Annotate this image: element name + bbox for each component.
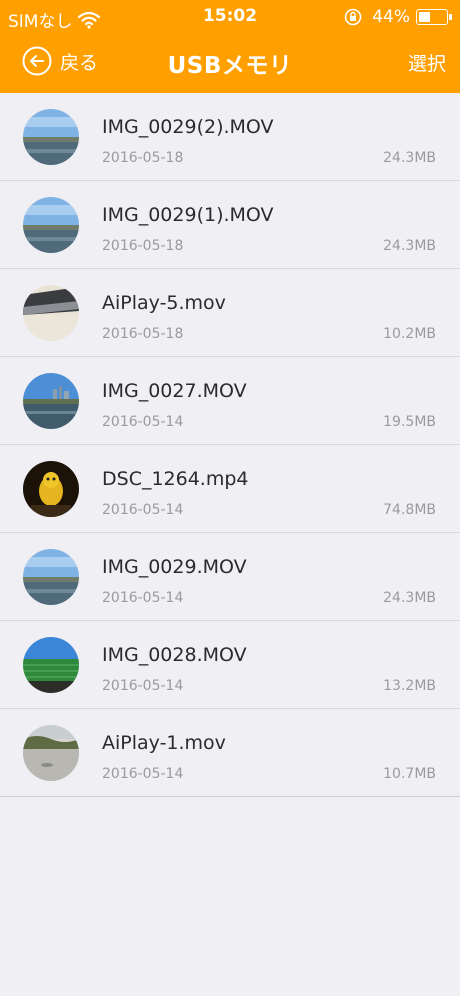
rotation-lock-icon [344, 8, 362, 26]
file-name: IMG_0029(1).MOV [102, 204, 274, 226]
file-date: 2016-05-14 [102, 590, 184, 606]
file-list: IMG_0029(2).MOV 2016-05-18 24.3MB IMG_0029(… [0, 93, 460, 797]
page-title: USBメモリ [167, 53, 293, 79]
video-thumbnail [23, 285, 79, 341]
file-name: IMG_0029.MOV [102, 556, 247, 578]
battery-icon [416, 9, 452, 25]
file-row[interactable]: IMG_0029(2).MOV 2016-05-18 24.3MB [0, 93, 460, 181]
file-size: 19.5MB [383, 414, 436, 430]
file-size: 10.7MB [383, 766, 436, 782]
header: SIMなし 15:02 44% 戻る USBメモリ 選択 [0, 0, 460, 93]
file-size: 10.2MB [383, 326, 436, 342]
file-name: AiPlay-1.mov [102, 732, 226, 754]
file-date: 2016-05-14 [102, 766, 184, 782]
video-thumbnail [23, 637, 79, 693]
file-date: 2016-05-18 [102, 326, 184, 342]
file-size: 24.3MB [383, 590, 436, 606]
file-row[interactable]: IMG_0029(1).MOV 2016-05-18 24.3MB [0, 181, 460, 269]
video-thumbnail [23, 461, 79, 517]
status-bar: SIMなし 15:02 44% [0, 0, 460, 34]
video-thumbnail [23, 109, 79, 165]
battery-percent: 44% [372, 7, 410, 27]
file-date: 2016-05-18 [102, 238, 184, 254]
file-size: 24.3MB [383, 238, 436, 254]
file-row[interactable]: AiPlay-1.mov 2016-05-14 10.7MB [0, 709, 460, 797]
file-date: 2016-05-14 [102, 678, 184, 694]
file-date: 2016-05-14 [102, 502, 184, 518]
file-name: IMG_0028.MOV [102, 644, 247, 666]
file-date: 2016-05-18 [102, 150, 184, 166]
file-name: DSC_1264.mp4 [102, 468, 249, 490]
file-row[interactable]: DSC_1264.mp4 2016-05-14 74.8MB [0, 445, 460, 533]
select-button[interactable]: 選択 [408, 49, 446, 76]
file-row[interactable]: IMG_0028.MOV 2016-05-14 13.2MB [0, 621, 460, 709]
file-name: IMG_0027.MOV [102, 380, 247, 402]
file-date: 2016-05-14 [102, 414, 184, 430]
file-row[interactable]: IMG_0027.MOV 2016-05-14 19.5MB [0, 357, 460, 445]
navigation-bar: 戻る USBメモリ 選択 [0, 34, 460, 93]
file-row[interactable]: AiPlay-5.mov 2016-05-18 10.2MB [0, 269, 460, 357]
file-size: 13.2MB [383, 678, 436, 694]
video-thumbnail [23, 373, 79, 429]
file-size: 74.8MB [383, 502, 436, 518]
file-name: IMG_0029(2).MOV [102, 116, 274, 138]
file-size: 24.3MB [383, 150, 436, 166]
battery-level [419, 12, 430, 22]
file-row[interactable]: IMG_0029.MOV 2016-05-14 24.3MB [0, 533, 460, 621]
video-thumbnail [23, 549, 79, 605]
battery-tip [449, 14, 452, 20]
file-name: AiPlay-5.mov [102, 292, 226, 314]
video-thumbnail [23, 197, 79, 253]
video-thumbnail [23, 725, 79, 781]
status-right: 44% [344, 7, 452, 27]
